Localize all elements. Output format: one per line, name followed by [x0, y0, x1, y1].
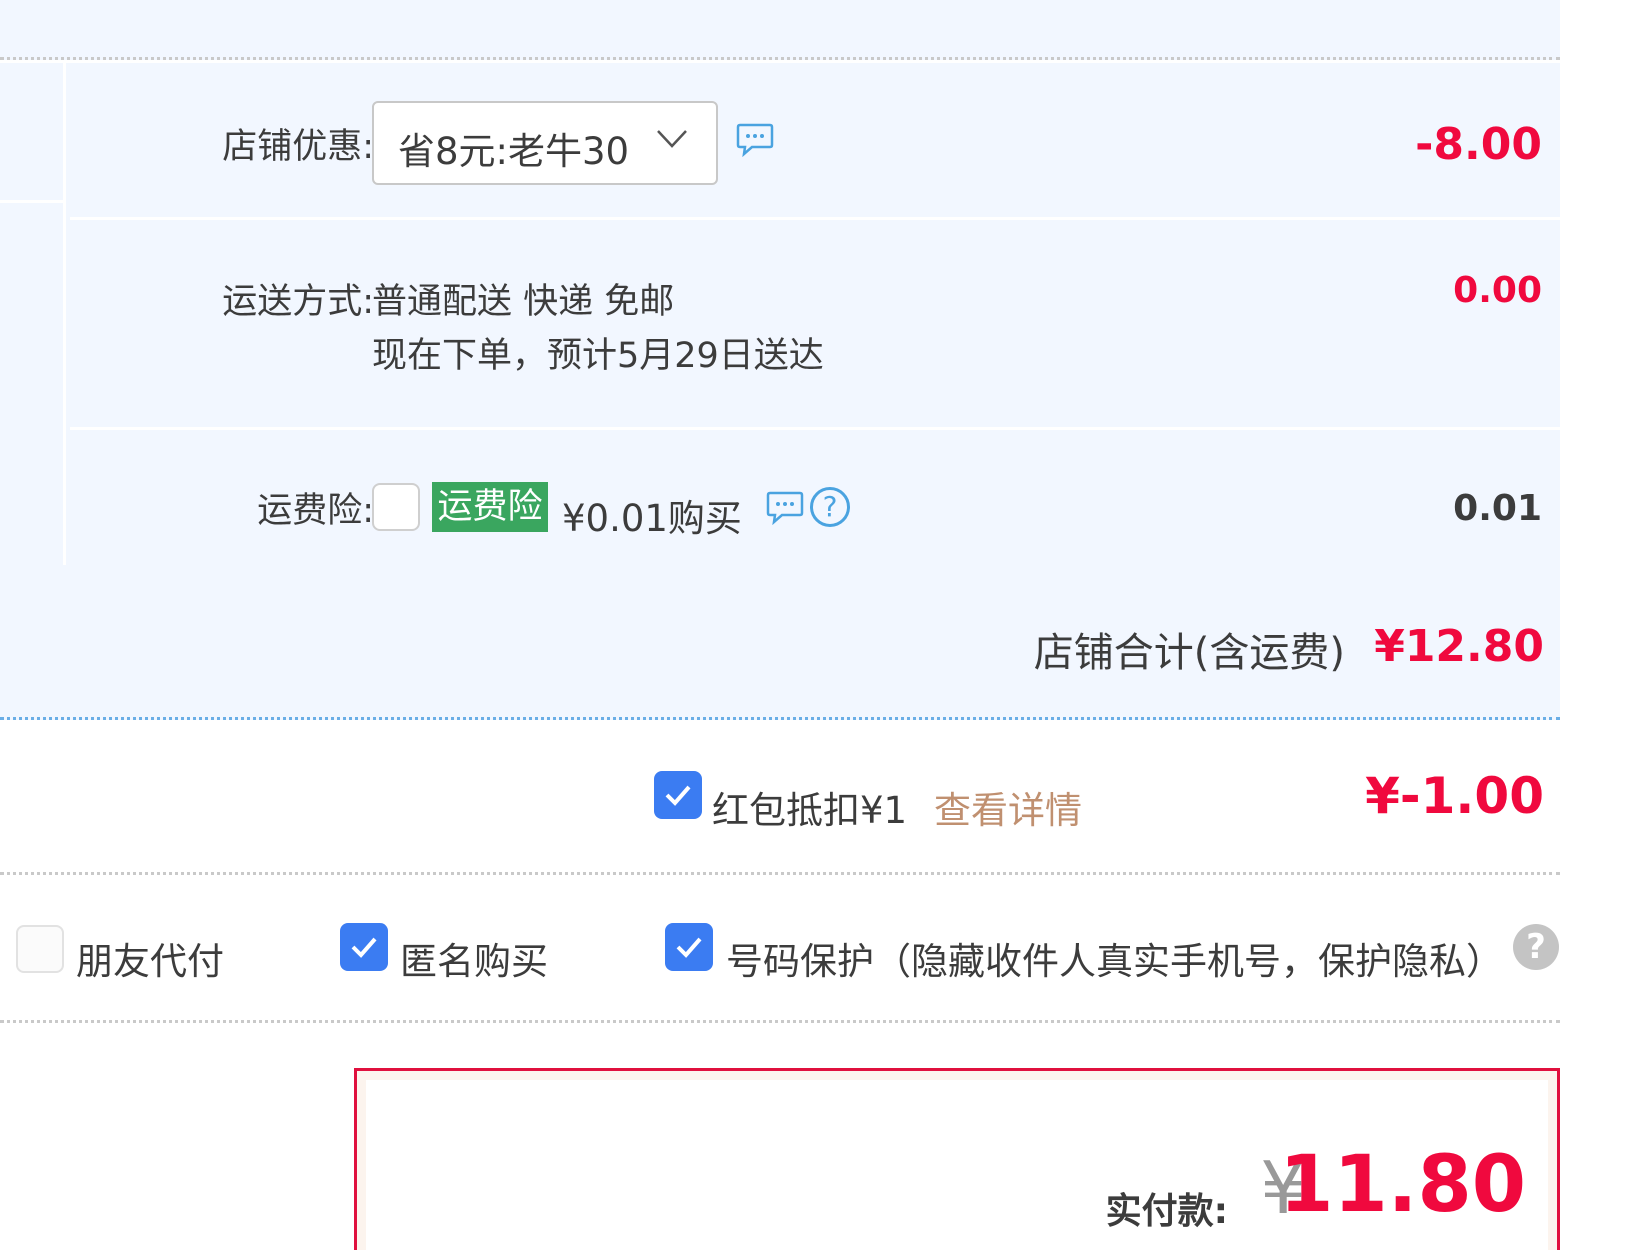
anonymous-checkbox[interactable]	[340, 923, 388, 971]
shipping-row: 运送方式: 普通配送 快递 免邮 现在下单，预计5月29日送达 0.00	[70, 220, 1560, 430]
shipping-insurance-row: 运费险: 运费险 ¥0.01购买 ? 0.01	[70, 430, 1560, 565]
shop-discount-select[interactable]: 省8元:老牛30	[372, 101, 718, 185]
anonymous-label: 匿名购买	[400, 940, 548, 983]
shop-discount-amount: -8.00	[1415, 119, 1542, 170]
friend-pay-label: 朋友代付	[76, 940, 224, 983]
number-protection-label: 号码保护（隐藏收件人真实手机号，保护隐私）	[726, 940, 1503, 983]
shop-total-label: 店铺合计(含运费)	[1033, 630, 1345, 676]
message-icon[interactable]	[766, 491, 804, 525]
shipping-insurance-badge: 运费险	[432, 482, 548, 532]
check-icon	[665, 785, 691, 806]
shop-total-amount: ¥12.80	[1374, 621, 1544, 672]
red-packet-row: 红包抵扣¥1 查看详情 ¥-1.00	[0, 723, 1560, 875]
shop-discount-label: 店铺优惠:	[222, 127, 374, 167]
shipping-insurance-checkbox[interactable]	[372, 483, 420, 531]
shop-total-row: 店铺合计(含运费) ¥12.80	[0, 565, 1560, 720]
red-packet-checkbox[interactable]	[654, 771, 702, 819]
check-icon	[351, 937, 377, 958]
shop-discount-selected-value: 省8元:老牛30	[398, 130, 630, 173]
question-icon[interactable]: ?	[1513, 924, 1559, 970]
shop-discount-row: 店铺优惠: 省8元:老牛30 -8.00	[70, 63, 1560, 220]
payment-amount: 11.80	[1279, 1140, 1526, 1230]
shipping-amount: 0.00	[1453, 270, 1542, 311]
left-column	[0, 63, 66, 565]
red-packet-detail-link[interactable]: 查看详情	[934, 780, 1082, 834]
question-icon[interactable]: ?	[810, 487, 850, 527]
shipping-insurance-label: 运费险:	[257, 491, 374, 531]
check-icon	[676, 937, 702, 958]
shipping-estimate: 现在下单，预计5月29日送达	[372, 336, 824, 376]
shipping-insurance-amount: 0.01	[1453, 488, 1542, 529]
shipping-label: 运送方式:	[222, 282, 374, 322]
friend-pay-checkbox[interactable]	[16, 925, 64, 973]
number-protection-checkbox[interactable]	[665, 923, 713, 971]
shipping-method: 普通配送 快递 免邮	[372, 282, 675, 322]
red-packet-label: 红包抵扣¥1	[712, 789, 908, 832]
order-options-row: 朋友代付 匿名购买 号码保护（隐藏收件人真实手机号，保护隐私） ?	[0, 875, 1560, 1023]
message-icon[interactable]	[736, 123, 774, 157]
payment-label: 实付款:	[1105, 1191, 1228, 1232]
shop-order-section: 店铺优惠: 省8元:老牛30 -8.00 运送方式: 普通配送 快递 免邮 现在…	[0, 63, 1560, 565]
payment-summary-box: 实付款: ¥ 11.80	[354, 1068, 1560, 1250]
chevron-down-icon	[657, 130, 687, 148]
shipping-insurance-price: ¥0.01购买	[562, 497, 742, 540]
previous-section-band	[0, 0, 1560, 60]
red-packet-amount: ¥-1.00	[1365, 767, 1544, 825]
